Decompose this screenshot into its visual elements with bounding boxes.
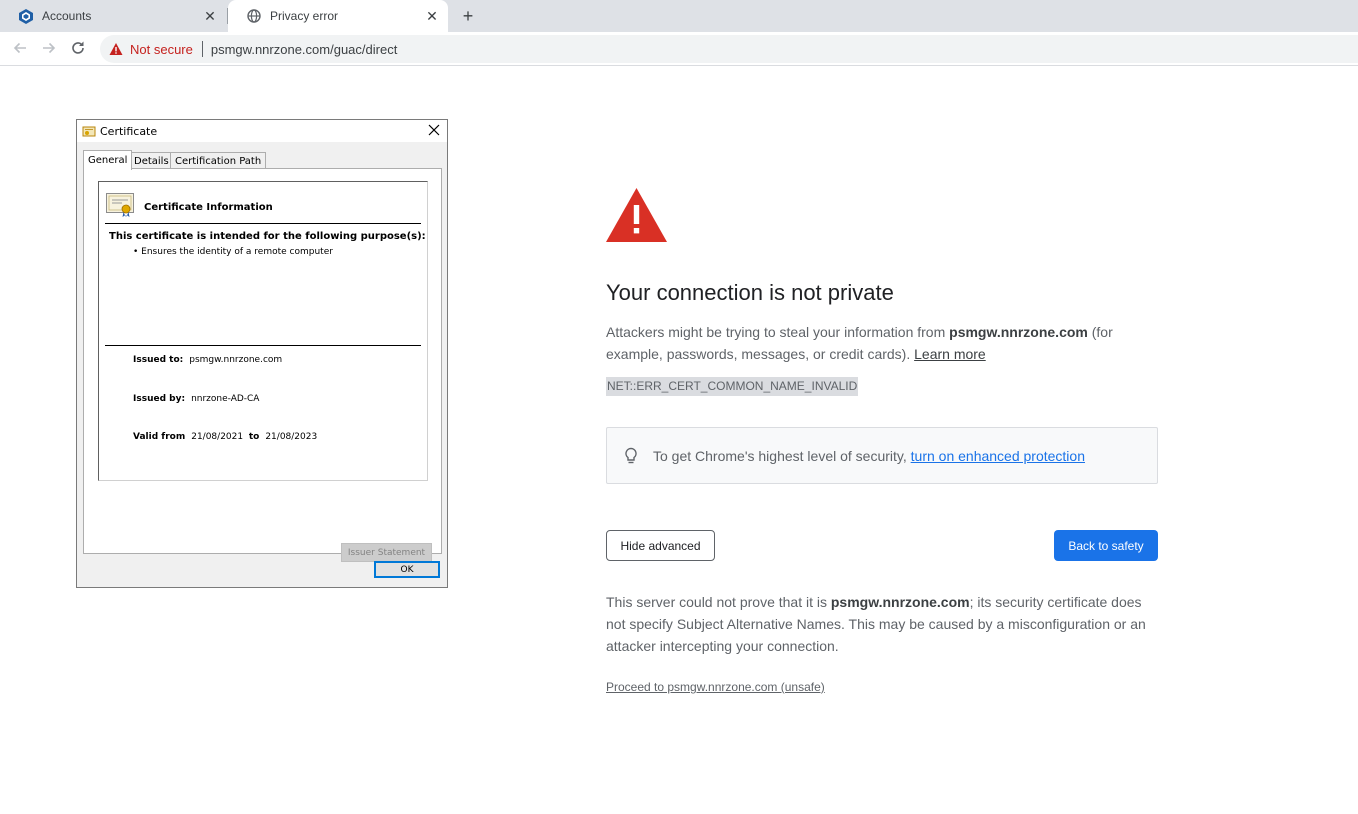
dialog-titlebar[interactable]: Certificate bbox=[77, 120, 447, 142]
warning-triangle-icon bbox=[109, 43, 123, 55]
enhanced-protection-box: To get Chrome's highest level of securit… bbox=[606, 427, 1158, 484]
enhanced-protection-link[interactable]: turn on enhanced protection bbox=[911, 448, 1085, 464]
error-triangle-icon bbox=[606, 188, 667, 242]
tab-title: Accounts bbox=[42, 9, 92, 23]
issued-to-label: Issued to: bbox=[133, 355, 184, 365]
valid-from-value: 21/08/2021 bbox=[191, 432, 244, 442]
ok-button[interactable]: OK bbox=[374, 561, 440, 578]
back-arrow-icon[interactable] bbox=[11, 39, 29, 57]
error-code[interactable]: NET::ERR_CERT_COMMON_NAME_INVALID bbox=[606, 377, 859, 396]
tab-certification-path[interactable]: Certification Path bbox=[170, 152, 267, 169]
close-icon[interactable] bbox=[427, 123, 441, 137]
lightbulb-icon bbox=[625, 447, 637, 463]
certificate-info-title: Certificate Information bbox=[144, 202, 273, 213]
tab-general[interactable]: General bbox=[83, 150, 133, 170]
issued-by-label: Issued by: bbox=[133, 394, 186, 404]
issued-by-value: nnrzone-AD-CA bbox=[191, 394, 260, 404]
app-logo-icon bbox=[18, 8, 34, 24]
intro-text: Attackers might be trying to steal your … bbox=[606, 324, 950, 340]
tab-title: Privacy error bbox=[270, 9, 339, 23]
certificate-dialog: Certificate General Details Certificatio… bbox=[76, 119, 448, 588]
address-bar[interactable]: Not secure psmgw.nnrzone.com/guac/direct bbox=[100, 35, 1358, 63]
url-text[interactable]: psmgw.nnrzone.com/guac/direct bbox=[211, 42, 397, 57]
tab-details[interactable]: Details bbox=[129, 152, 174, 169]
valid-to-value: 21/08/2023 bbox=[265, 432, 318, 442]
certificate-info-box: Certificate Information This certificate… bbox=[98, 181, 428, 481]
intro-paragraph: Attackers might be trying to steal your … bbox=[606, 321, 1158, 365]
issued-to-row: Issued to: psmgw.nnrzone.com bbox=[133, 355, 282, 365]
close-tab-icon[interactable]: ✕ bbox=[202, 8, 218, 24]
certificate-icon bbox=[82, 126, 96, 137]
dialog-title: Certificate bbox=[100, 124, 158, 138]
general-tab-panel: Certificate Information This certificate… bbox=[83, 168, 442, 562]
divider bbox=[105, 345, 421, 346]
tab-strip: Accounts ✕ Privacy error ✕ + bbox=[0, 0, 1358, 32]
page-headline: Your connection is not private bbox=[606, 280, 894, 305]
close-tab-icon[interactable]: ✕ bbox=[424, 8, 440, 24]
divider bbox=[105, 223, 421, 224]
issued-to-value: psmgw.nnrzone.com bbox=[189, 355, 283, 365]
not-secure-label[interactable]: Not secure bbox=[130, 42, 193, 57]
issuer-statement-button[interactable]: Issuer Statement bbox=[341, 543, 432, 562]
browser-toolbar: Not secure psmgw.nnrzone.com/guac/direct bbox=[0, 32, 1358, 66]
proceed-unsafe-link[interactable]: Proceed to psmgw.nnrzone.com (unsafe) bbox=[606, 680, 825, 694]
host-name: psmgw.nnrzone.com bbox=[830, 594, 970, 610]
details-text: This server could not prove that it is bbox=[606, 594, 831, 610]
purpose-heading: This certificate is intended for the fol… bbox=[109, 231, 426, 242]
enhanced-text: To get Chrome's highest level of securit… bbox=[653, 447, 907, 464]
new-tab-button[interactable]: + bbox=[458, 6, 478, 26]
tab-privacy-error[interactable]: Privacy error ✕ bbox=[228, 0, 448, 32]
details-paragraph: This server could not prove that it is p… bbox=[606, 591, 1158, 657]
tab-accounts[interactable]: Accounts ✕ bbox=[0, 0, 226, 32]
purpose-item: • Ensures the identity of a remote compu… bbox=[133, 247, 333, 257]
back-to-safety-button[interactable]: Back to safety bbox=[1054, 530, 1158, 561]
reload-icon[interactable] bbox=[69, 39, 87, 57]
valid-to-label: to bbox=[248, 432, 260, 442]
host-name: psmgw.nnrzone.com bbox=[949, 324, 1088, 340]
certificate-icon bbox=[106, 193, 134, 217]
hide-advanced-button[interactable]: Hide advanced bbox=[606, 530, 715, 561]
globe-icon bbox=[246, 8, 262, 24]
validity-row: Valid from 21/08/2021 to 21/08/2023 bbox=[133, 432, 317, 442]
learn-more-link[interactable]: Learn more bbox=[914, 346, 986, 362]
valid-from-label: Valid from bbox=[133, 432, 186, 442]
issued-by-row: Issued by: nnrzone-AD-CA bbox=[133, 394, 259, 404]
omnibox-divider bbox=[201, 41, 203, 57]
forward-arrow-icon[interactable] bbox=[40, 39, 58, 57]
